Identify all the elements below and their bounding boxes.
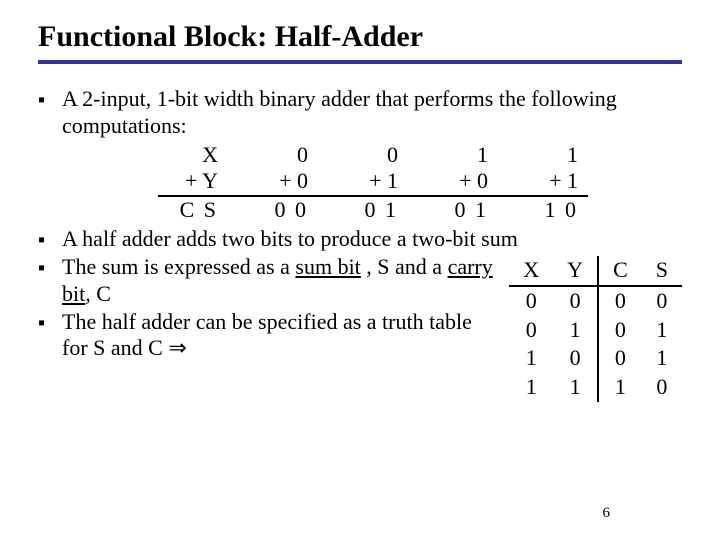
table-row: 1 0 0 1 — [509, 344, 682, 373]
td: 1 — [509, 373, 553, 402]
td: 0 — [598, 344, 642, 373]
bullet-3-pre: The sum is expressed as a — [62, 254, 295, 279]
td: 1 — [553, 316, 598, 345]
arith-cell: 0 1 — [408, 197, 498, 224]
right-arrow-icon: ⇒ — [168, 335, 186, 360]
slide-title: Functional Block: Half-Adder — [38, 20, 682, 54]
td: 0 — [642, 373, 682, 402]
arith-cell: 0 — [228, 142, 318, 169]
td: 1 — [642, 344, 682, 373]
td: 0 — [598, 286, 642, 316]
arith-cell: 1 0 — [498, 197, 588, 224]
arithmetic-block: X 0 0 1 1 + Y + 0 + 1 + 0 + 1 C S 0 0 0 … — [158, 142, 682, 224]
arith-cell: 0 1 — [318, 197, 408, 224]
td: 0 — [553, 344, 598, 373]
th-y: Y — [553, 256, 598, 286]
th-x: X — [509, 256, 553, 286]
td: 1 — [642, 316, 682, 345]
bullet-4: ▪ The half adder can be specified as a t… — [38, 309, 501, 363]
arith-cell: + 1 — [318, 168, 408, 197]
page-number: 6 — [603, 505, 611, 522]
arith-cell: 1 — [498, 142, 588, 169]
arith-cell: 0 0 — [228, 197, 318, 224]
td: 1 — [598, 373, 642, 402]
bullet-3-post: , C — [85, 281, 111, 306]
arith-label-y: + Y — [158, 168, 228, 197]
arith-label-cs: C S — [158, 197, 228, 224]
arith-row-x: X 0 0 1 1 — [158, 142, 682, 169]
bullet-4-pre: The half adder can be specified as a tru… — [62, 309, 472, 361]
bullet-3-text: The sum is expressed as a sum bit , S an… — [62, 254, 501, 308]
bullet-2: ▪ A half adder adds two bits to produce … — [38, 226, 682, 253]
bullet-marker: ▪ — [38, 228, 52, 252]
table-row: 1 1 1 0 — [509, 373, 682, 402]
arith-label-x: X — [158, 142, 228, 169]
bullet-3: ▪ The sum is expressed as a sum bit , S … — [38, 254, 501, 308]
td: 0 — [553, 286, 598, 316]
arith-row-y: + Y + 0 + 1 + 0 + 1 — [158, 168, 682, 197]
td: 0 — [598, 316, 642, 345]
td: 1 — [509, 344, 553, 373]
truth-table-header: X Y C S — [509, 256, 682, 286]
arith-cell: + 0 — [228, 168, 318, 197]
td: 0 — [509, 286, 553, 316]
bullet-marker: ▪ — [38, 88, 52, 112]
bullet-3-sumbit: sum bit — [295, 254, 360, 279]
arith-cell: + 1 — [498, 168, 588, 197]
arith-row-cs: C S 0 0 0 1 0 1 1 0 — [158, 197, 682, 224]
td: 1 — [553, 373, 598, 402]
truth-table: X Y C S 0 0 0 0 0 1 0 1 1 — [509, 256, 682, 402]
th-s: S — [642, 256, 682, 286]
table-row: 0 0 0 0 — [509, 286, 682, 316]
bullet-3-mid: , S and a — [361, 254, 448, 279]
arith-cell: 0 — [318, 142, 408, 169]
title-underline — [38, 60, 682, 64]
td: 0 — [509, 316, 553, 345]
arith-cell: + 0 — [408, 168, 498, 197]
table-row: 0 1 0 1 — [509, 316, 682, 345]
arith-cell: 1 — [408, 142, 498, 169]
td: 0 — [642, 286, 682, 316]
bullet-2-text: A half adder adds two bits to produce a … — [62, 226, 682, 253]
bullet-1-text: A 2-input, 1-bit width binary adder that… — [62, 86, 682, 140]
bullet-4-text: The half adder can be specified as a tru… — [62, 309, 501, 363]
bullet-1: ▪ A 2-input, 1-bit width binary adder th… — [38, 86, 682, 140]
th-c: C — [598, 256, 642, 286]
bullet-marker: ▪ — [38, 311, 52, 335]
bullet-list: ▪ A 2-input, 1-bit width binary adder th… — [38, 86, 682, 402]
bullet-marker: ▪ — [38, 256, 52, 280]
